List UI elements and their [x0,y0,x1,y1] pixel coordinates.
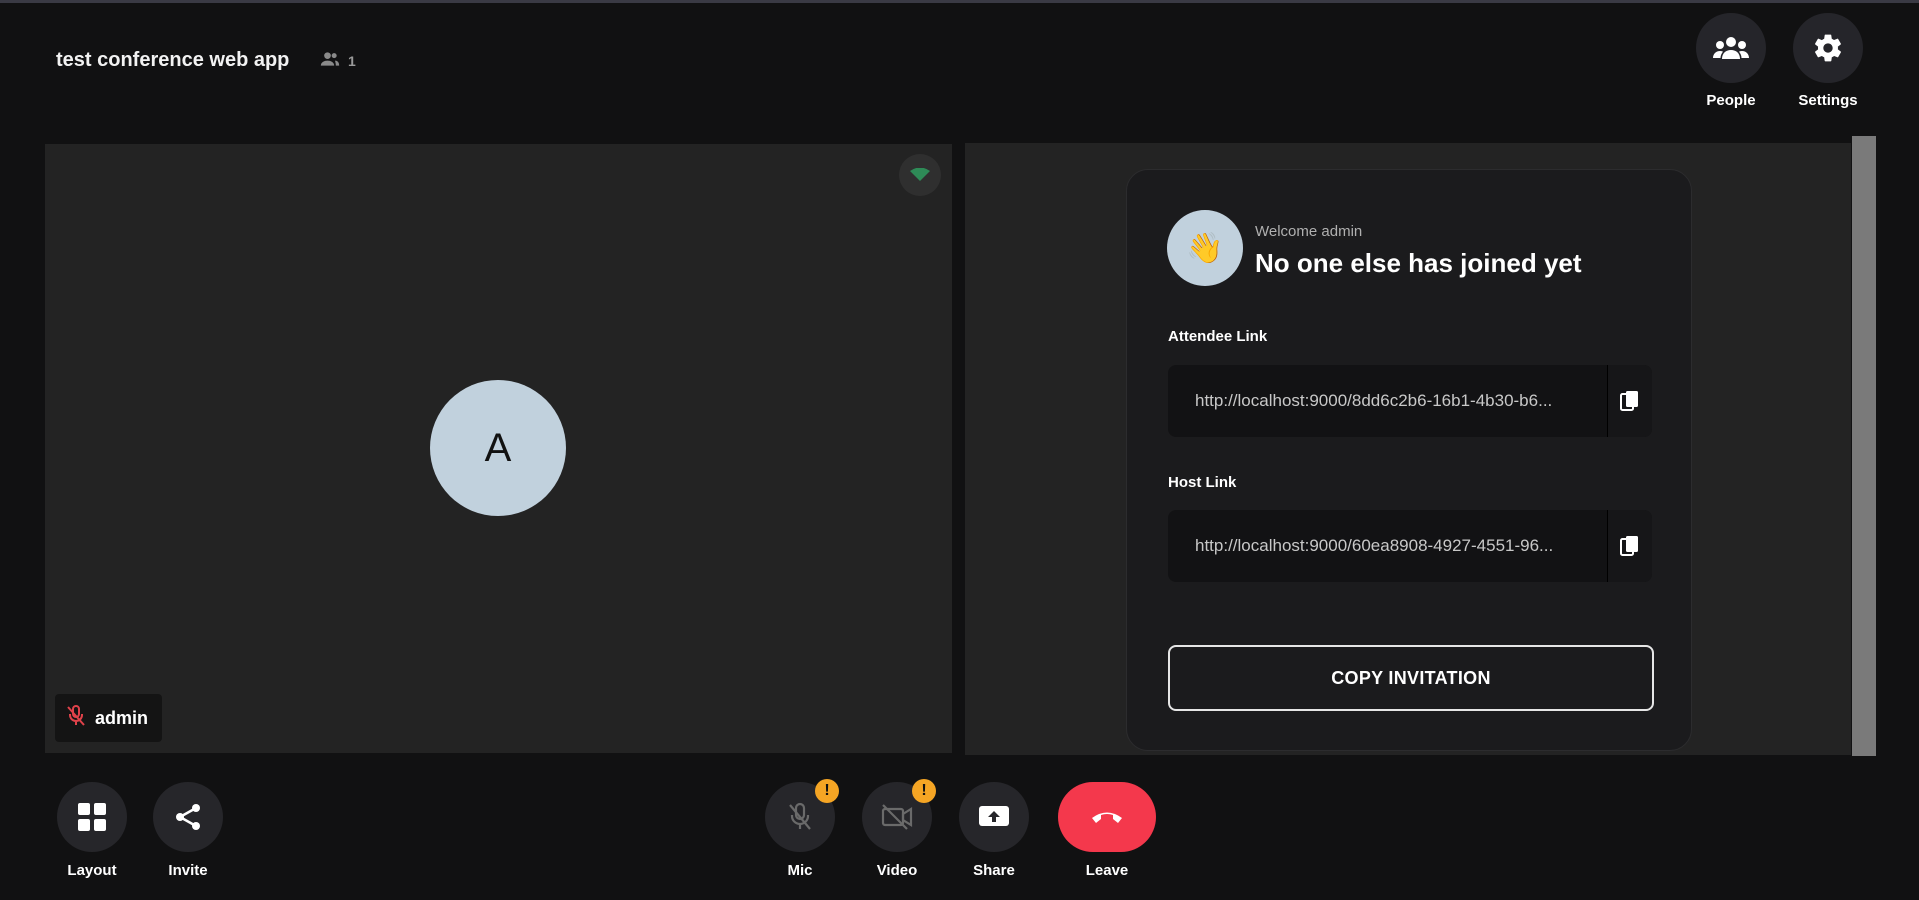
leave-label: Leave [1085,862,1129,879]
copy-invitation-button[interactable]: COPY INVITATION [1168,645,1654,711]
meeting-title: test conference web app [56,49,290,71]
network-signal-icon [899,154,941,196]
mic-off-icon [67,704,85,732]
hang-up-icon [1058,782,1156,852]
participant-name-tag: admin [55,694,163,742]
invite-label: Invite [168,862,208,879]
layout-button[interactable]: Layout [47,782,137,879]
copy-host-link-button[interactable] [1607,510,1652,582]
attendee-link-label: Attendee Link [1168,328,1268,345]
gear-icon [1793,13,1863,83]
host-link-label: Host Link [1168,474,1237,491]
participant-name: admin [95,707,149,728]
people-label: People [1706,92,1756,109]
mic-label: Mic [787,862,813,879]
settings-button[interactable]: Settings [1780,13,1876,109]
people-icon [1696,13,1766,83]
video-button[interactable]: ! Video [852,779,942,879]
copy-icon [1620,536,1638,556]
layout-label: Layout [67,862,117,879]
copy-attendee-link-button[interactable] [1607,365,1652,437]
attendee-link-url[interactable]: http://localhost:9000/8dd6c2b6-16b1-4b30… [1195,365,1552,437]
leave-button[interactable]: Leave [1057,782,1157,879]
copy-icon [1620,391,1638,411]
grid-icon [57,782,127,852]
welcome-heading: No one else has joined yet [1255,248,1582,278]
people-icon [320,51,340,70]
invite-button[interactable]: Invite [143,782,233,879]
participant-count[interactable]: 1 [320,51,356,70]
people-button[interactable]: People [1683,13,1779,109]
attendee-link-field[interactable]: http://localhost:9000/8dd6c2b6-16b1-4b30… [1168,365,1652,437]
video-off-icon: ! [862,779,936,852]
settings-label: Settings [1798,92,1858,109]
mic-off-icon: ! [765,779,839,852]
share-label: Share [973,862,1015,879]
welcome-greeting: Welcome admin [1255,223,1363,240]
mic-button[interactable]: ! Mic [755,779,845,879]
share-screen-button[interactable]: Share [949,782,1039,879]
window-top-border [0,0,1919,3]
participant-tile: A admin [45,144,952,753]
video-label: Video [876,862,918,879]
host-link-field[interactable]: http://localhost:9000/60ea8908-4927-4551… [1168,510,1652,582]
screen-share-icon [959,782,1029,852]
participant-count-value: 1 [348,52,356,69]
share-icon [153,782,223,852]
avatar: A [430,380,566,516]
host-link-url[interactable]: http://localhost:9000/60ea8908-4927-4551… [1195,510,1553,582]
welcome-card: 👋 Welcome admin No one else has joined y… [1126,169,1692,751]
mic-warning-badge: ! [815,779,839,803]
scrollbar[interactable] [1852,136,1876,756]
video-warning-badge: ! [912,779,936,803]
waving-hand-icon: 👋 [1167,210,1243,286]
